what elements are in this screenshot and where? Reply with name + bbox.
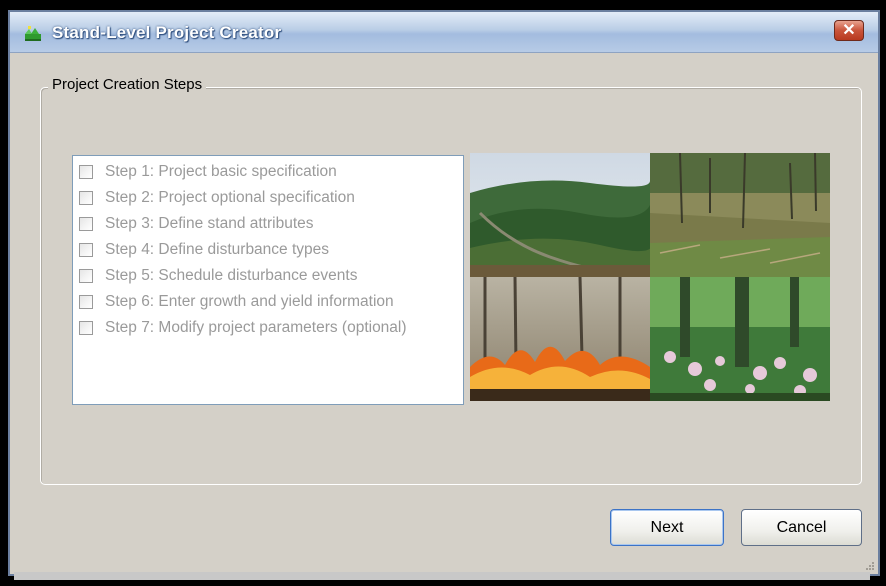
step-label: Step 1: Project basic specification: [105, 163, 337, 180]
step-label: Step 6: Enter growth and yield informati…: [105, 293, 394, 310]
step-label: Step 4: Define disturbance types: [105, 241, 330, 258]
step-checkbox: [79, 269, 93, 283]
step-item-2: Step 2: Project optional specification: [79, 188, 355, 208]
title-bar[interactable]: Stand-Level Project Creator ✕: [10, 12, 878, 53]
clearcut-forest-image: [650, 153, 830, 277]
step-label: Step 3: Define stand attributes: [105, 215, 314, 232]
step-label: Step 5: Schedule disturbance events: [105, 267, 358, 284]
step-checkbox: [79, 321, 93, 335]
step-checkbox: [79, 191, 93, 205]
steps-list: Step 1: Project basic specification Step…: [72, 155, 464, 405]
step-checkbox: [79, 243, 93, 257]
dialog-window: Stand-Level Project Creator ✕ Project Cr…: [8, 10, 880, 576]
step-item-7: Step 7: Modify project parameters (optio…: [79, 318, 407, 338]
app-icon: [25, 26, 41, 41]
step-checkbox: [79, 217, 93, 231]
step-checkbox: [79, 295, 93, 309]
resize-grip-icon[interactable]: [864, 560, 874, 570]
cancel-button[interactable]: Cancel: [741, 509, 862, 546]
forest-fire-image: [470, 277, 650, 401]
close-icon: ✕: [842, 22, 856, 39]
green-hills-image: [470, 153, 650, 277]
step-label: Step 2: Project optional specification: [105, 189, 355, 206]
step-item-1: Step 1: Project basic specification: [79, 162, 337, 182]
step-item-5: Step 5: Schedule disturbance events: [79, 266, 357, 286]
taskbar-strip: [14, 572, 870, 580]
step-item-3: Step 3: Define stand attributes: [79, 214, 314, 234]
next-button[interactable]: Next: [610, 509, 724, 546]
step-item-6: Step 6: Enter growth and yield informati…: [79, 292, 394, 312]
close-button[interactable]: ✕: [834, 20, 864, 41]
window-title: Stand-Level Project Creator: [52, 23, 282, 42]
step-label: Step 7: Modify project parameters (optio…: [105, 319, 407, 336]
step-item-4: Step 4: Define disturbance types: [79, 240, 329, 260]
groupbox-title: Project Creation Steps: [48, 76, 207, 93]
flowering-forest-image: [650, 277, 830, 401]
step-checkbox: [79, 165, 93, 179]
